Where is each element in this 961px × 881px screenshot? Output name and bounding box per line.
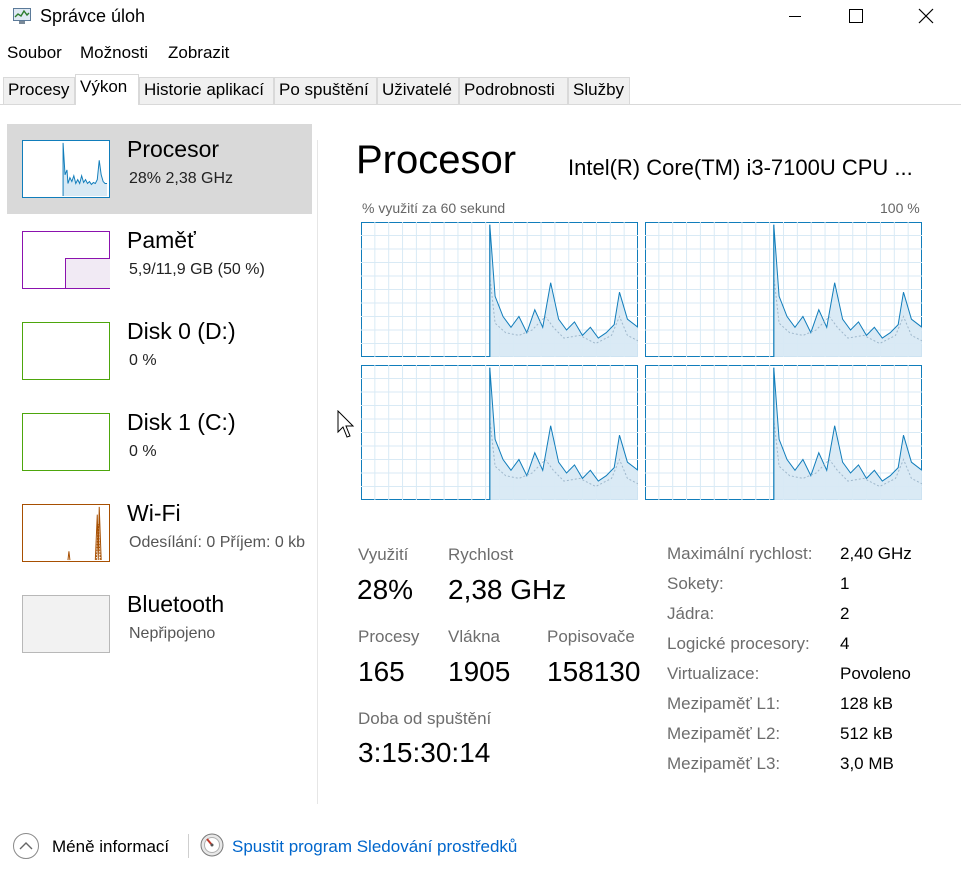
tab-processes[interactable]: Procesy — [3, 77, 75, 104]
maximize-icon — [849, 9, 863, 23]
core-graph — [361, 222, 638, 357]
threads-label: Vlákna — [448, 627, 500, 646]
chevron-up-icon[interactable] — [12, 832, 40, 860]
sidebar-item-bluetooth[interactable]: Bluetooth Nepřipojeno — [7, 579, 312, 669]
open-resource-monitor-link[interactable]: Spustit program Sledování prostředků — [232, 837, 517, 857]
spec-value: 512 kB — [840, 724, 893, 743]
sidebar-item-label: Disk 1 (C:) — [127, 409, 236, 435]
sidebar-divider — [317, 140, 318, 804]
sidebar-item-wifi[interactable]: Wi-Fi Odesílání: 0 Příjem: 0 kb — [7, 488, 312, 578]
spec-label: Virtualizace: — [667, 664, 760, 683]
menu-options[interactable]: Možnosti — [80, 43, 148, 63]
utilization-value: 28% — [357, 574, 414, 605]
close-icon — [918, 8, 934, 24]
sidebar-item-label: Procesor — [127, 136, 220, 162]
sidebar-item-sub: Nepřipojeno — [129, 625, 216, 642]
menu-file[interactable]: Soubor — [7, 43, 62, 63]
sidebar-item-label: Bluetooth — [127, 591, 225, 617]
menu-view[interactable]: Zobrazit — [168, 43, 229, 63]
spec-label: Jádra: — [667, 604, 715, 623]
uptime-value: 3:15:30:14 — [358, 737, 491, 768]
fewer-details-button[interactable]: Méně informací — [52, 837, 169, 857]
disk0-thumbnail-graph — [22, 322, 110, 380]
speed-value: 2,38 GHz — [448, 574, 567, 605]
spec-label: Sokety: — [667, 574, 724, 593]
sidebar-item-label: Disk 0 (D:) — [127, 318, 236, 344]
sidebar-item-cpu[interactable]: Procesor 28% 2,38 GHz — [7, 124, 312, 214]
tab-details[interactable]: Podrobnosti — [459, 77, 568, 104]
bluetooth-thumbnail-graph — [22, 595, 110, 653]
footer-divider — [188, 834, 189, 858]
cpu-thumbnail-graph — [22, 140, 110, 198]
sidebar-item-label: Paměť — [127, 227, 196, 253]
spec-label: Logické procesory: — [667, 634, 810, 653]
threads-value: 1905 — [448, 656, 511, 687]
maximize-button[interactable] — [832, 0, 878, 34]
tab-startup[interactable]: Po spuštění — [274, 77, 377, 104]
spec-value: Povoleno — [840, 664, 911, 683]
window-title: Správce úloh — [40, 6, 146, 26]
sidebar-item-disk1[interactable]: Disk 1 (C:) 0 % — [7, 397, 312, 487]
core-graph — [361, 365, 638, 500]
spec-label: Mezipaměť L1: — [667, 694, 781, 713]
handles-value: 158130 — [547, 656, 641, 687]
handles-label: Popisovače — [547, 627, 635, 646]
sidebar-item-sub: 28% 2,38 GHz — [129, 170, 234, 187]
tab-performance[interactable]: Výkon — [75, 74, 139, 105]
memory-usage-fill — [65, 258, 110, 288]
graph-caption: % využití za 60 sekund — [362, 200, 506, 216]
cpu-model-name: Intel(R) Core(TM) i3-7100U CPU ... — [568, 155, 913, 180]
sidebar-item-sub: Odesílání: 0 Příjem: 0 kb — [129, 534, 306, 551]
spec-value: 2,40 GHz — [840, 544, 912, 563]
spec-label: Mezipaměť L3: — [667, 754, 781, 773]
sidebar-item-sub: 0 % — [129, 443, 157, 460]
processes-label: Procesy — [358, 627, 420, 646]
sidebar-item-sub: 5,9/11,9 GB (50 %) — [129, 261, 265, 278]
disk1-thumbnail-graph — [22, 413, 110, 471]
spec-value: 3,0 MB — [840, 754, 894, 773]
mouse-pointer-icon — [337, 410, 355, 438]
memory-thumbnail-graph — [22, 231, 110, 289]
tab-app-history[interactable]: Historie aplikací — [139, 77, 274, 104]
graph-max-label: 100 % — [880, 200, 920, 216]
core-graph — [645, 222, 922, 357]
sidebar-item-label: Wi-Fi — [127, 500, 181, 526]
spec-value: 128 kB — [840, 694, 893, 713]
sidebar-item-disk0[interactable]: Disk 0 (D:) 0 % — [7, 306, 312, 396]
tab-services[interactable]: Služby — [568, 77, 630, 104]
minimize-icon — [789, 16, 801, 17]
minimize-button[interactable] — [772, 0, 818, 34]
spec-label: Maximální rychlost: — [667, 544, 813, 563]
sidebar-item-sub: 0 % — [129, 352, 157, 369]
tab-users[interactable]: Uživatelé — [377, 77, 459, 104]
utilization-label: Využití — [358, 545, 409, 564]
resource-monitor-icon — [200, 833, 224, 857]
uptime-label: Doba od spuštění — [358, 709, 492, 728]
page-title: Procesor — [356, 138, 517, 182]
processes-value: 165 — [358, 656, 405, 687]
spec-label: Mezipaměť L2: — [667, 724, 781, 743]
core-graph — [645, 365, 922, 500]
close-button[interactable] — [902, 0, 948, 34]
task-manager-icon — [13, 8, 31, 24]
spec-value: 2 — [840, 604, 850, 623]
spec-value: 1 — [840, 574, 850, 593]
speed-label: Rychlost — [448, 545, 514, 564]
wifi-thumbnail-graph — [22, 504, 110, 562]
sidebar-item-memory[interactable]: Paměť 5,9/11,9 GB (50 %) — [7, 215, 312, 305]
spec-value: 4 — [840, 634, 850, 653]
